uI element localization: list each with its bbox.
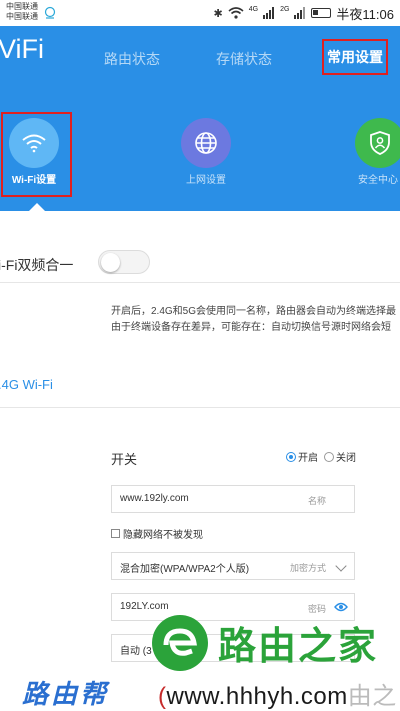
brand-title: ViFi xyxy=(0,34,45,64)
hide-network-label: 隐藏网络不被发现 xyxy=(123,530,203,541)
wifi-signal-icon xyxy=(228,7,244,19)
network-type-2: 2G xyxy=(280,5,290,13)
hide-network-checkbox[interactable] xyxy=(111,529,120,538)
description-line-1: 开启后，2.4G和5G会使用同一名称，路由器会自动为终端选择最 xyxy=(111,306,397,317)
wifi-icon xyxy=(22,134,46,153)
switch-label: 开关 xyxy=(111,452,138,467)
globe-icon xyxy=(195,132,217,154)
internet-settings-button[interactable] xyxy=(181,118,231,168)
shield-icon xyxy=(370,131,390,155)
clock: 半夜11:06 xyxy=(336,6,394,22)
eye-icon[interactable] xyxy=(334,601,348,613)
radio-off-label[interactable]: 关闭 xyxy=(336,449,356,464)
signal-icon-2 xyxy=(294,7,306,19)
dual-band-row: i-Fi双频合一 xyxy=(0,211,400,283)
internet-settings-label: 上网设置 xyxy=(186,175,226,186)
description-line-2: 由于终端设备存在差异，可能存在：自动切换信号源时网络会短 xyxy=(111,322,391,333)
carrier-2: 中国联通 xyxy=(6,12,38,21)
radio-on-label[interactable]: 开启 xyxy=(298,449,318,464)
battery-icon xyxy=(311,8,332,18)
watermark-logo-icon xyxy=(152,615,208,671)
security-center-button[interactable] xyxy=(355,118,400,168)
ssid-tag: 名称 xyxy=(307,496,326,506)
tab-router-status[interactable]: 路由状态 xyxy=(104,49,160,69)
watermark-site-name: 路由之家 xyxy=(218,626,379,668)
dual-band-label: i-Fi双频合一 xyxy=(0,257,74,273)
dual-band-description: 开启后，2.4G和5G会使用同一名称，路由器会自动为终端选择最 由于终端设备存在… xyxy=(111,304,396,336)
tab-common-settings[interactable]: 常用设置 xyxy=(322,39,388,75)
watermark-left-text: 路由帮 xyxy=(22,679,110,709)
channel-value: 自动 (3 xyxy=(120,646,152,657)
ssid-value: www.192ly.com xyxy=(120,493,189,504)
hotspot-icon xyxy=(44,6,56,19)
tab-storage-status[interactable]: 存储状态 xyxy=(216,49,272,69)
status-bar: 中国联通 中国联通 ✱ 4G 2G 半夜11:06 xyxy=(0,0,400,26)
chevron-down-icon xyxy=(335,560,347,572)
security-center-label: 安全中心 xyxy=(358,175,398,186)
switch-radio-group: 开启 关闭 xyxy=(286,449,362,464)
hide-network-row: 隐藏网络不被发现 xyxy=(111,526,203,541)
section-title-24g: .4G Wi-Fi xyxy=(0,377,53,392)
section-divider xyxy=(0,407,400,408)
encryption-tag: 加密方式 xyxy=(289,563,326,573)
wifi-settings-label: Wi-Fi设置 xyxy=(11,175,57,186)
carrier-1: 中国联通 xyxy=(6,2,38,11)
radio-on[interactable] xyxy=(286,451,296,462)
carrier-info: 中国联通 中国联通 xyxy=(6,2,38,22)
radio-off[interactable] xyxy=(324,451,334,462)
bluetooth-icon: ✱ xyxy=(213,7,223,20)
toggle-knob xyxy=(101,253,120,272)
encryption-value: 混合加密(WPA/WPA2个人版) xyxy=(120,564,250,575)
wifi-settings-button[interactable] xyxy=(9,118,59,168)
app-header: ViFi 路由状态 存储状态 常用设置 Wi-Fi设置 上网设置 安全中心 xyxy=(0,26,400,212)
watermark-url-paren: ( xyxy=(158,683,167,710)
dual-band-toggle[interactable] xyxy=(98,250,150,274)
password-tag: 密码 xyxy=(307,604,326,614)
status-icons: ✱ 4G 2G 半夜11:06 xyxy=(214,4,394,22)
network-type-1: 4G xyxy=(248,5,259,13)
signal-icon-1 xyxy=(263,7,275,19)
watermark-url: (www.hhhyh.com由之网 xyxy=(158,676,400,711)
ssid-field[interactable]: www.192ly.com 名称 xyxy=(111,485,355,513)
password-value: 192LY.com xyxy=(120,601,169,612)
encryption-select[interactable]: 混合加密(WPA/WPA2个人版) 加密方式 xyxy=(111,552,355,580)
watermark-url-text: www.hhhyh.com xyxy=(166,683,348,710)
